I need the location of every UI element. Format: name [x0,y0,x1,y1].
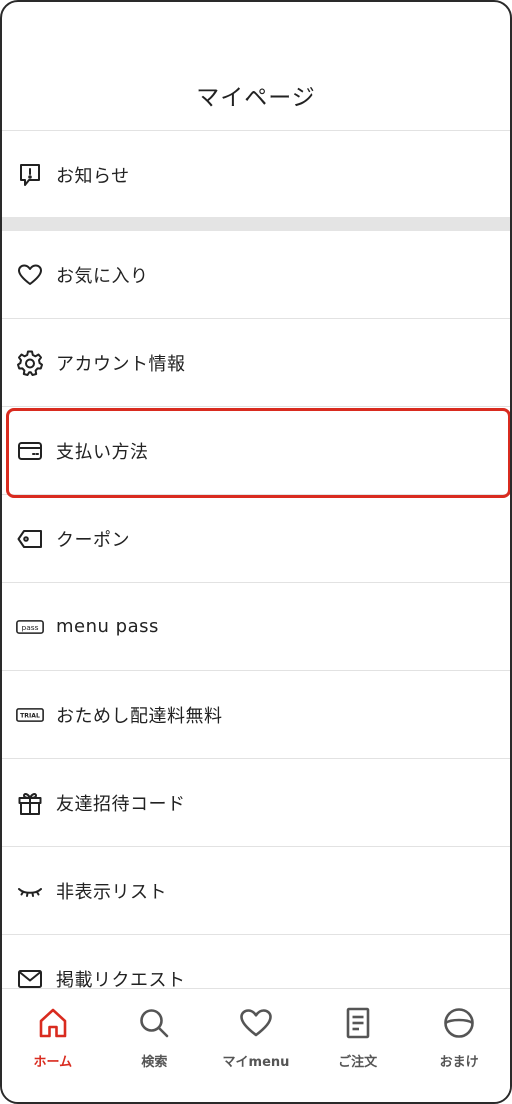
menu-item-label: 支払い方法 [56,441,149,463]
menu-item-label: 非表示リスト [56,881,167,903]
tab-label: おまけ [439,1055,479,1070]
menu-item-notices[interactable]: お知らせ [2,131,510,219]
page-header: マイページ [2,2,510,131]
page-title: マイページ [196,85,316,111]
home-icon [39,1008,67,1038]
menu-item-label: アカウント情報 [56,353,186,375]
tag-icon [16,525,44,553]
menu-item-invite[interactable]: 友達招待コード [2,759,510,847]
tab-extras[interactable]: おまけ [408,989,510,1102]
credit-card-icon [16,437,44,465]
menu-item-menu-pass[interactable]: pass menu pass [2,583,510,671]
notice-icon [16,161,44,189]
tab-my-menu[interactable]: マイmenu [205,989,307,1102]
tab-label: ご注文 [338,1055,378,1070]
svg-text:TRIAL: TRIAL [20,712,40,719]
circle-icon [444,1008,474,1038]
tab-search[interactable]: 検索 [104,989,206,1102]
menu-item-account[interactable]: アカウント情報 [2,319,510,407]
menu-item-favorites[interactable]: お気に入り [2,231,510,319]
closed-eye-icon [16,877,44,905]
heart-icon [16,261,44,289]
tab-home[interactable]: ホーム [2,989,104,1102]
tab-label: 検索 [141,1055,168,1070]
svg-text:pass: pass [22,623,39,632]
gear-icon [16,349,44,377]
trial-badge-icon: TRIAL [16,701,44,729]
gift-icon [16,789,44,817]
menu-item-label: menu pass [56,616,159,637]
tab-label: ホーム [33,1055,73,1070]
bottom-tab-bar: ホーム 検索 マイmenu ご注文 おまけ [2,988,510,1102]
menu-item-hidden-list[interactable]: 非表示リスト [2,847,510,935]
tab-label: マイmenu [222,1055,290,1070]
menu-item-label: おためし配達料無料 [56,705,223,727]
document-icon [346,1007,369,1039]
menu-item-label: お気に入り [56,265,149,287]
menu-item-coupon[interactable]: クーポン [2,495,510,583]
menu-item-trial[interactable]: TRIAL おためし配達料無料 [2,671,510,759]
tab-orders[interactable]: ご注文 [307,989,409,1102]
search-icon [140,1009,169,1038]
section-divider [2,217,510,231]
menu-item-label: クーポン [56,529,130,551]
phone-frame: マイページ お知らせ お気に入り アカウント情報 支払い方法 クーポン pass… [0,0,512,1104]
heart-icon [240,1009,272,1037]
menu-item-label: お知らせ [56,166,130,187]
menu-item-label: 友達招待コード [56,793,186,815]
menu-item-payment[interactable]: 支払い方法 [2,407,510,495]
pass-badge-icon: pass [16,613,44,641]
